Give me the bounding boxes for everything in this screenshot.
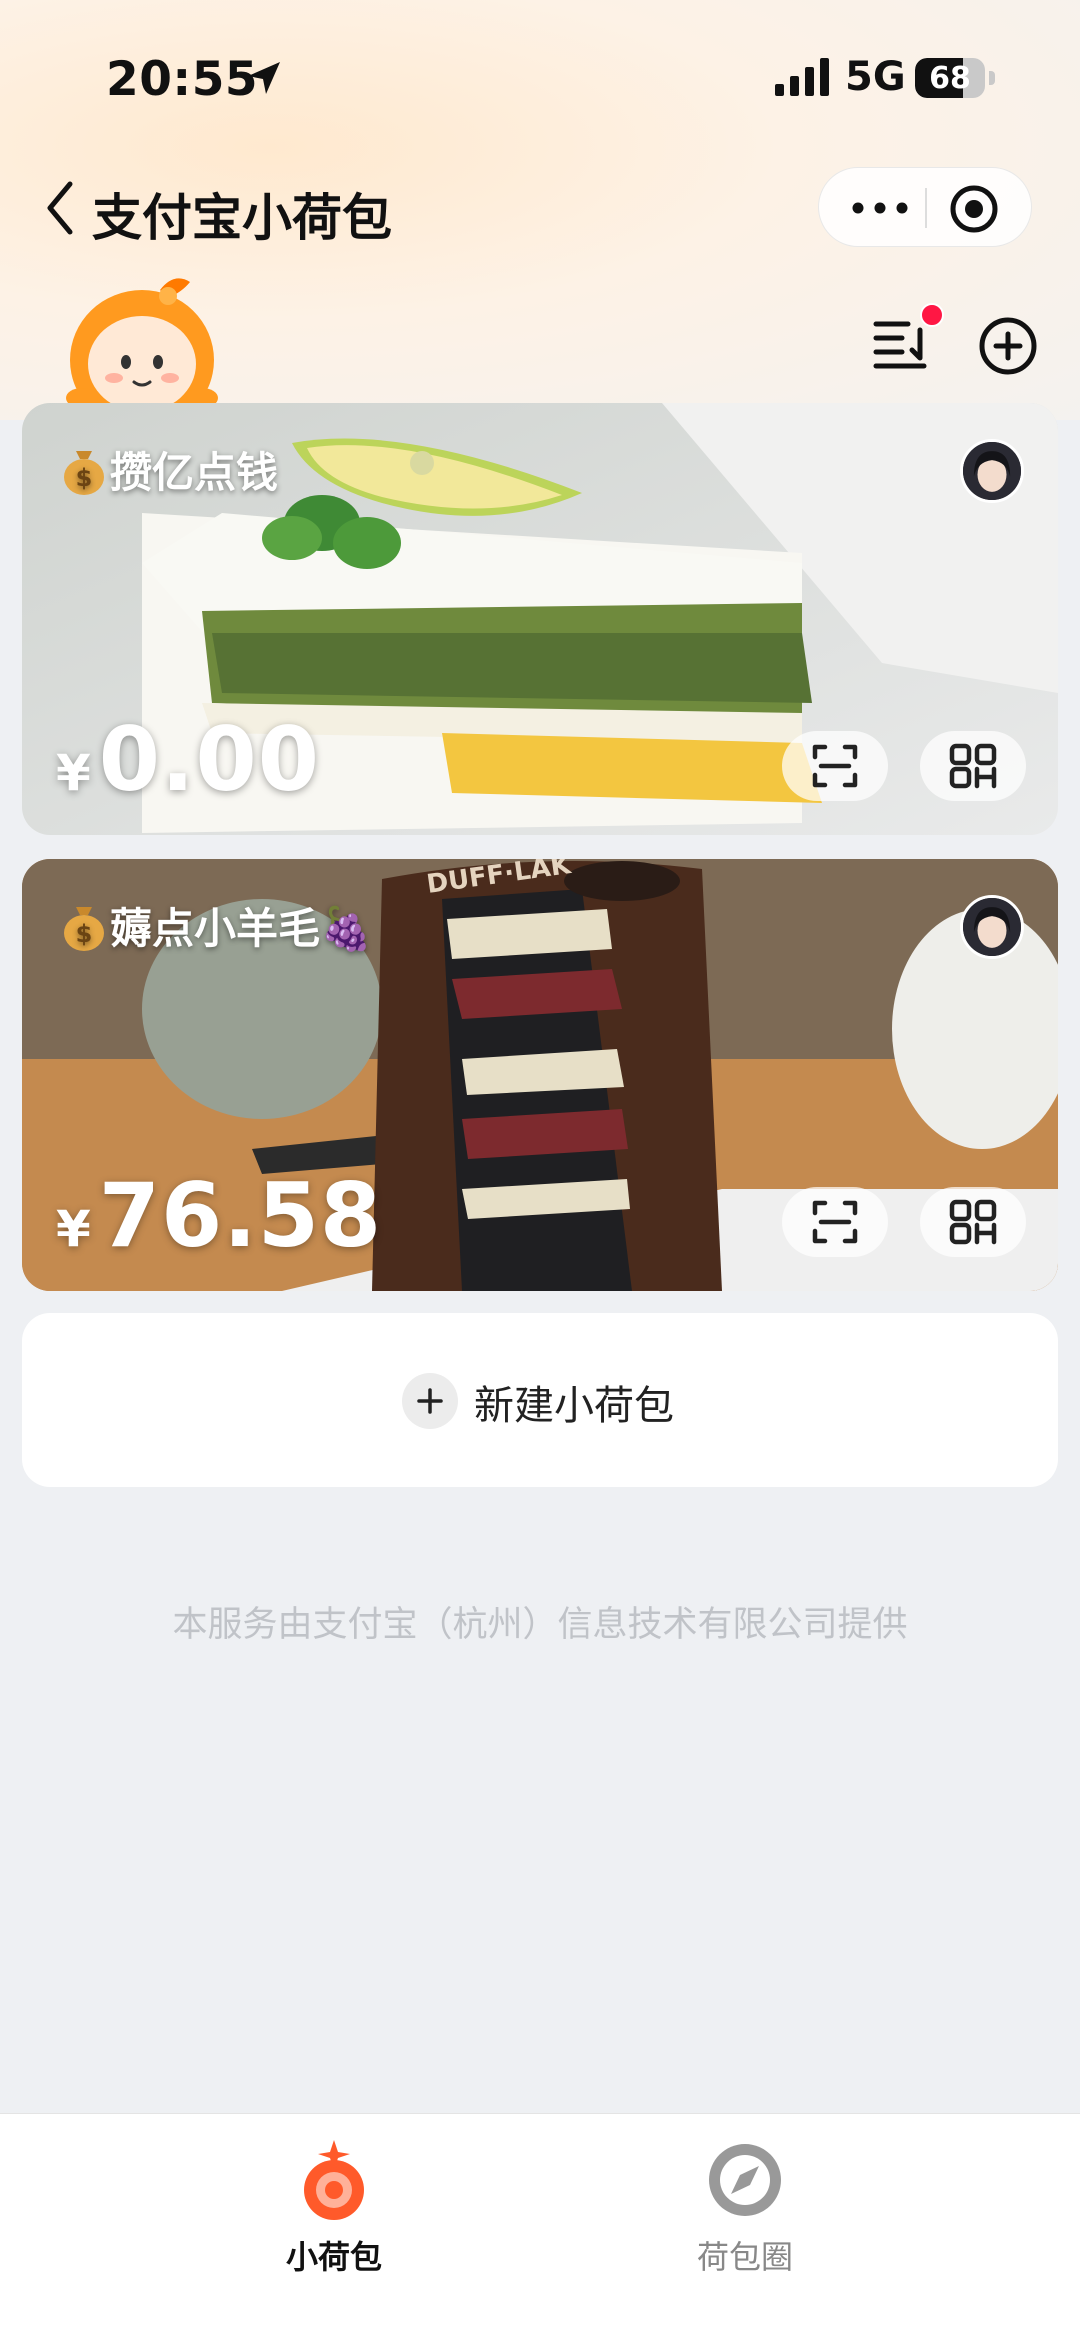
payment-code-button[interactable] [920, 731, 1026, 801]
wallet-name: $ 薅点小羊毛🍇 [62, 895, 372, 956]
target-circle-icon[interactable] [947, 182, 1001, 236]
scan-icon [812, 1200, 858, 1244]
service-provider-note: 本服务由支付宝（杭州）信息技术有限公司提供 [172, 1605, 908, 1645]
new-wallet-label: 新建小荷包 [474, 1383, 674, 1429]
payment-code-button[interactable] [920, 1187, 1026, 1257]
mini-program-capsule [818, 167, 1032, 247]
location-arrow-icon [248, 62, 280, 94]
chevron-left-icon[interactable] [40, 178, 80, 238]
scan-button[interactable] [782, 1187, 888, 1257]
wallet-name: $ 攒亿点钱 [62, 439, 278, 500]
svg-text:$: $ [76, 464, 93, 492]
scan-button[interactable] [782, 731, 888, 801]
qr-code-icon [949, 743, 997, 789]
qr-code-icon [949, 1199, 997, 1245]
tab-circle[interactable]: 荷包圈 [645, 2138, 845, 2288]
svg-text:$: $ [76, 920, 93, 948]
wallet-name-text: 攒亿点钱 [110, 448, 279, 497]
money-bag-icon: $ [64, 451, 104, 495]
plus-circle-icon[interactable] [978, 316, 1038, 376]
currency-symbol: ¥ [56, 744, 91, 802]
capsule-divider [925, 188, 927, 228]
scan-icon [812, 744, 858, 788]
wallet-card[interactable]: DUFF·LAK $ 薅点小羊毛🍇 ¥76.58 [22, 859, 1058, 1291]
new-wallet-button[interactable]: 新建小荷包 [22, 1313, 1058, 1487]
tab-circle-label: 荷包圈 [696, 2238, 793, 2276]
currency-symbol: ¥ [56, 1200, 91, 1258]
wallet-card[interactable]: $ 攒亿点钱 ¥0.00 [22, 403, 1058, 835]
mascot-image [66, 278, 218, 404]
tab-wallet[interactable]: 小荷包 [234, 2138, 434, 2288]
balance-value: 0.00 [98, 708, 320, 811]
status-bar: 20:55 5G 68 [0, 40, 1080, 120]
battery-icon: 68 [915, 58, 995, 98]
status-time: 20:55 [106, 52, 259, 107]
battery-level: 68 [929, 61, 971, 96]
tab-bar: 小荷包 荷包圈 [0, 2113, 1080, 2341]
wallet-balance: ¥0.00 [56, 708, 320, 811]
avatar [960, 895, 1024, 959]
network-type: 5G [845, 54, 906, 100]
money-bag-icon: $ [64, 907, 104, 951]
tab-wallet-label: 小荷包 [285, 2238, 382, 2276]
wallet-ring-icon [304, 2140, 364, 2220]
compass-icon [709, 2144, 781, 2216]
page-title: 支付宝小荷包 [92, 189, 392, 247]
plus-icon [402, 1373, 458, 1429]
balance-value: 76.58 [98, 1164, 383, 1267]
avatar [960, 439, 1024, 503]
notification-dot [920, 303, 944, 327]
wallet-balance: ¥76.58 [56, 1164, 382, 1267]
wallet-name-text: 薅点小羊毛🍇 [110, 904, 373, 953]
signal-bars-icon [775, 58, 829, 96]
more-dots-icon[interactable] [847, 188, 913, 228]
